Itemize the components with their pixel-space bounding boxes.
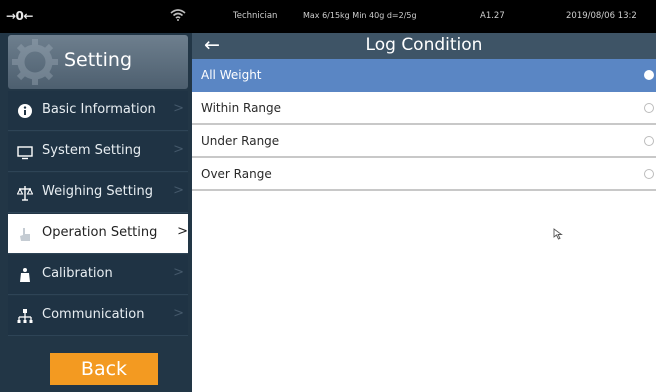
option-under-range[interactable]: Under Range [192,125,656,158]
option-over-range[interactable]: Over Range [192,158,656,191]
zero-indicator: →0← [6,9,33,23]
monitor-icon [17,146,33,160]
network-icon [17,309,33,323]
sidebar-item-label: Calibration [42,266,113,281]
status-bar: →0← Technician Max 6/15kg Min 40g d=2/5g… [0,0,656,33]
sidebar-item-communication[interactable]: Communication > [8,296,188,336]
cursor-icon [553,228,563,240]
hand-icon [20,228,30,241]
back-arrow-icon[interactable]: ← [204,34,220,56]
page-title: Log Condition [365,35,483,55]
option-label: Within Range [201,101,282,115]
sidebar-item-basic-information[interactable]: Basic Information > [8,91,188,131]
option-label: All Weight [201,68,262,82]
chevron-right-icon: > [173,306,184,321]
sidebar-item-label: Operation Setting [42,225,158,240]
sidebar-item-operation-setting[interactable]: Operation Setting > [8,214,188,254]
radio-icon[interactable] [644,136,654,146]
sidebar-item-label: Weighing Setting [42,184,153,199]
radio-icon[interactable] [644,169,654,179]
sidebar: Setting Basic Information > System Setti… [0,33,192,392]
main-panel: Log Condition ← All Weight Within Range … [192,33,656,392]
chevron-right-icon: > [173,265,184,280]
option-within-range[interactable]: Within Range [192,92,656,125]
option-label: Over Range [201,167,272,181]
scale-specs: Max 6/15kg Min 40g d=2/5g [303,11,417,20]
title-bar: Log Condition ← [192,33,656,59]
weight-icon [20,268,30,282]
info-icon [18,104,32,118]
sidebar-item-calibration[interactable]: Calibration > [8,255,188,295]
chevron-right-icon: > [173,142,184,157]
user-role: Technician [233,11,278,21]
scale-icon [17,186,33,201]
sidebar-header: Setting [8,35,188,89]
sidebar-item-label: Communication [42,307,145,322]
back-button[interactable]: Back [50,353,158,385]
status-code: A1.27 [480,11,505,21]
chevron-right-icon: > [173,183,184,198]
datetime: 2019/08/06 13:2 [566,11,637,21]
sidebar-item-label: Basic Information [42,102,156,117]
option-label: Under Range [201,134,280,148]
sidebar-item-label: System Setting [42,143,142,158]
chevron-right-icon: > [173,101,184,116]
option-all-weight[interactable]: All Weight [192,59,656,92]
radio-selected-icon[interactable] [644,70,654,80]
wifi-icon [170,9,186,21]
chevron-right-icon: > [177,224,188,239]
sidebar-title: Setting [63,49,133,71]
radio-icon[interactable] [644,103,654,113]
sidebar-item-weighing-setting[interactable]: Weighing Setting > [8,173,188,213]
sidebar-item-system-setting[interactable]: System Setting > [8,132,188,172]
